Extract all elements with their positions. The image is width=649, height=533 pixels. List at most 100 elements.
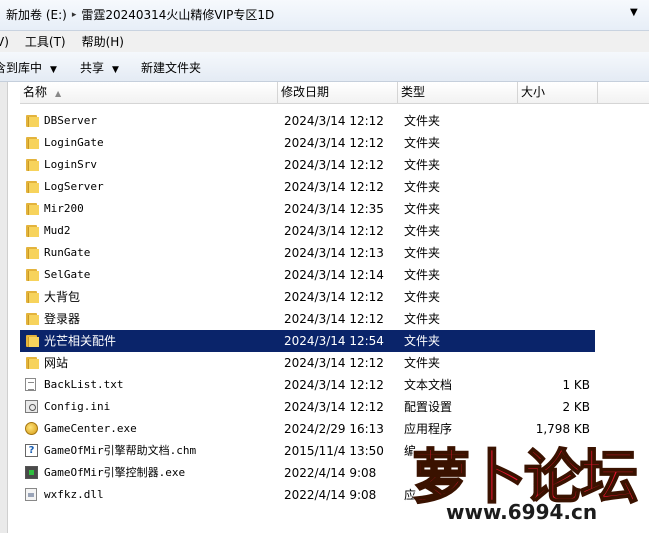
file-name: Mud2 bbox=[44, 224, 71, 237]
chevron-right-icon[interactable]: ▸ bbox=[72, 10, 77, 20]
file-size: 2 KB bbox=[562, 400, 590, 414]
file-row[interactable]: 登录器 2024/3/14 12:12 文件夹 bbox=[20, 308, 595, 330]
file-type: 文件夹 bbox=[404, 290, 441, 304]
column-header-name-label: 名称 bbox=[23, 85, 48, 99]
file-row[interactable]: 光芒相关配件 2024/3/14 12:54 文件夹 bbox=[20, 330, 595, 352]
share-label: 共享 bbox=[80, 61, 105, 75]
chevron-down-icon[interactable]: ▼ bbox=[630, 7, 638, 18]
file-date: 2024/3/14 12:12 bbox=[284, 136, 384, 150]
file-type: 文件夹 bbox=[404, 224, 441, 238]
help-file-icon: ? bbox=[25, 444, 39, 458]
file-row[interactable]: RunGate 2024/3/14 12:13 文件夹 bbox=[20, 242, 595, 264]
file-name: Config.ini bbox=[44, 400, 111, 413]
file-name: DBServer bbox=[44, 114, 97, 127]
breadcrumb: 新加卷 (E:) ▸ 雷霆20240314火山精修VIP专区1D bbox=[4, 6, 276, 23]
new-folder-button[interactable]: 新建文件夹 bbox=[141, 59, 201, 76]
column-header-name[interactable]: 名称 ▲ bbox=[20, 82, 278, 103]
file-type: 文件夹 bbox=[404, 356, 441, 370]
file-row[interactable]: DBServer 2024/3/14 12:12 文件夹 bbox=[20, 110, 595, 132]
folder-icon bbox=[25, 334, 39, 348]
file-row[interactable]: SelGate 2024/3/14 12:14 文件夹 bbox=[20, 264, 595, 286]
folder-icon bbox=[25, 136, 39, 150]
file-type: 文件夹 bbox=[404, 246, 441, 260]
file-type: 文件夹 bbox=[404, 202, 441, 216]
file-row[interactable]: 大背包 2024/3/14 12:12 文件夹 bbox=[20, 286, 595, 308]
file-date: 2024/3/14 12:12 bbox=[284, 312, 384, 326]
file-name: wxfkz.dll bbox=[44, 488, 104, 501]
file-date: 2024/3/14 12:12 bbox=[284, 114, 384, 128]
file-date: 2024/3/14 12:12 bbox=[284, 158, 384, 172]
file-date: 2024/3/14 12:12 bbox=[284, 356, 384, 370]
file-date: 2024/3/14 12:12 bbox=[284, 378, 384, 392]
include-label: 含到库中 bbox=[0, 61, 43, 75]
watermark-url: www.6994.cn bbox=[446, 500, 598, 524]
file-row[interactable]: LoginGate 2024/3/14 12:12 文件夹 bbox=[20, 132, 595, 154]
file-type: 配置设置 bbox=[404, 400, 453, 414]
file-date: 2024/3/14 12:12 bbox=[284, 180, 384, 194]
file-row[interactable]: Mir200 2024/3/14 12:35 文件夹 bbox=[20, 198, 595, 220]
text-file-icon bbox=[25, 378, 39, 392]
file-row[interactable]: Config.ini 2024/3/14 12:12 配置设置 2 KB bbox=[20, 396, 595, 418]
chevron-down-icon: ▼ bbox=[50, 65, 57, 75]
column-header-type[interactable]: 类型 bbox=[398, 82, 518, 103]
file-row[interactable]: BackList.txt 2024/3/14 12:12 文本文档 1 KB bbox=[20, 374, 595, 396]
breadcrumb-folder[interactable]: 雷霆20240314火山精修VIP专区1D bbox=[79, 6, 276, 23]
file-type: 文件夹 bbox=[404, 334, 441, 348]
folder-icon bbox=[25, 224, 39, 238]
file-type: 文件夹 bbox=[404, 180, 441, 194]
folder-icon bbox=[25, 158, 39, 172]
folder-icon bbox=[25, 246, 39, 260]
folder-icon bbox=[25, 356, 39, 370]
folder-icon bbox=[25, 114, 39, 128]
address-bar[interactable]: 新加卷 (E:) ▸ 雷霆20240314火山精修VIP专区1D ▼ bbox=[0, 0, 649, 31]
file-type: 文件夹 bbox=[404, 158, 441, 172]
file-row[interactable]: LogServer 2024/3/14 12:12 文件夹 bbox=[20, 176, 595, 198]
column-header-date[interactable]: 修改日期 bbox=[278, 82, 398, 103]
menu-view[interactable]: V) bbox=[0, 35, 9, 49]
file-name: LogServer bbox=[44, 180, 104, 193]
file-name: GameOfMir引擎控制器.exe bbox=[44, 466, 186, 479]
file-row[interactable]: Mud2 2024/3/14 12:12 文件夹 bbox=[20, 220, 595, 242]
file-name: GameOfMir引擎帮助文档.chm bbox=[44, 444, 197, 457]
folder-icon bbox=[25, 202, 39, 216]
file-date: 2024/3/14 12:13 bbox=[284, 246, 384, 260]
navigation-pane-edge bbox=[0, 82, 8, 533]
file-row[interactable]: 网站 2024/3/14 12:12 文件夹 bbox=[20, 352, 595, 374]
chevron-down-icon: ▼ bbox=[112, 65, 119, 75]
breadcrumb-drive[interactable]: 新加卷 (E:) bbox=[4, 6, 69, 23]
app-icon bbox=[25, 422, 39, 436]
file-name: BackList.txt bbox=[44, 378, 124, 391]
file-date: 2024/3/14 12:14 bbox=[284, 268, 384, 282]
watermark-logo: 萝卜论坛 www.6994.cn bbox=[411, 430, 649, 533]
sort-ascending-icon: ▲ bbox=[55, 89, 62, 98]
file-name: 光芒相关配件 bbox=[44, 334, 117, 348]
file-name: 网站 bbox=[44, 356, 69, 370]
include-in-library-button[interactable]: 含到库中 ▼ bbox=[0, 59, 57, 76]
menu-help[interactable]: 帮助(H) bbox=[82, 33, 124, 50]
file-name: SelGate bbox=[44, 268, 91, 281]
file-name: Mir200 bbox=[44, 202, 84, 215]
column-header-size[interactable]: 大小 bbox=[518, 82, 598, 103]
column-header-row: 名称 ▲ 修改日期 类型 大小 bbox=[20, 82, 649, 104]
folder-icon bbox=[25, 290, 39, 304]
menu-tools[interactable]: 工具(T) bbox=[25, 33, 66, 50]
menu-bar: V) 工具(T) 帮助(H) bbox=[0, 31, 649, 52]
file-type: 文本文档 bbox=[404, 378, 453, 392]
exe-icon bbox=[25, 466, 39, 480]
file-date: 2015/11/4 13:50 bbox=[284, 444, 384, 458]
file-name: 大背包 bbox=[44, 290, 81, 304]
dll-file-icon bbox=[25, 488, 39, 502]
file-date: 2024/3/14 12:12 bbox=[284, 400, 384, 414]
file-name: LoginGate bbox=[44, 136, 104, 149]
file-date: 2024/2/29 16:13 bbox=[284, 422, 384, 436]
file-type: 文件夹 bbox=[404, 312, 441, 326]
file-name: LoginSrv bbox=[44, 158, 97, 171]
file-size: 1 KB bbox=[562, 378, 590, 392]
file-row[interactable]: LoginSrv 2024/3/14 12:12 文件夹 bbox=[20, 154, 595, 176]
file-date: 2022/4/14 9:08 bbox=[284, 488, 377, 502]
share-button[interactable]: 共享 ▼ bbox=[80, 59, 119, 76]
file-date: 2024/3/14 12:35 bbox=[284, 202, 384, 216]
file-date: 2024/3/14 12:54 bbox=[284, 334, 384, 348]
file-date: 2024/3/14 12:12 bbox=[284, 224, 384, 238]
folder-icon bbox=[25, 312, 39, 326]
